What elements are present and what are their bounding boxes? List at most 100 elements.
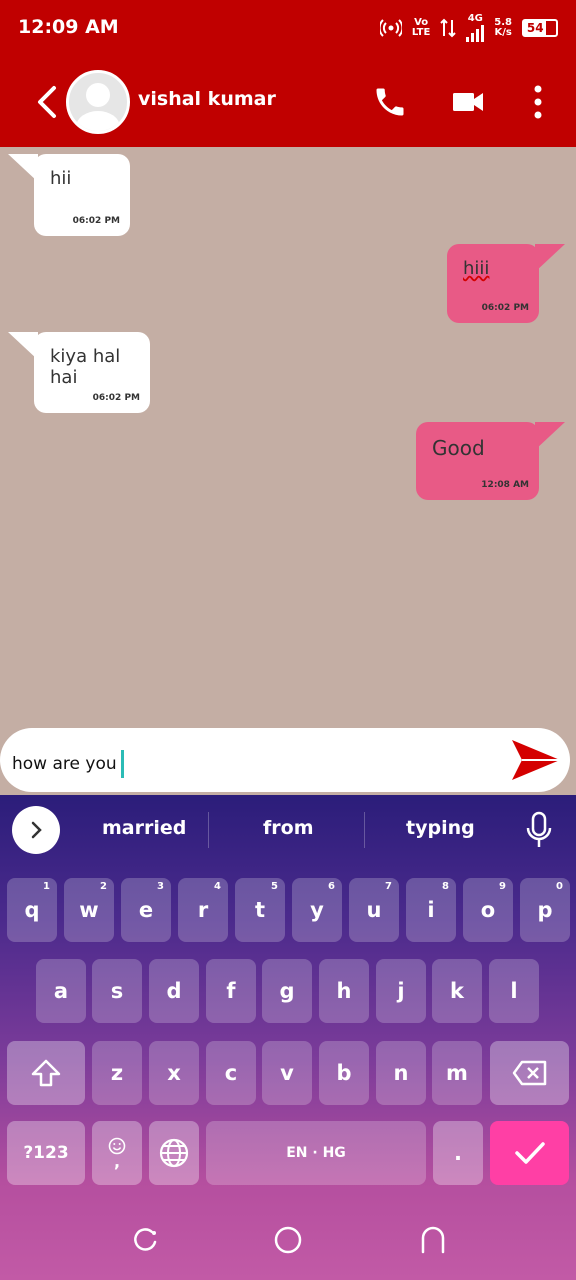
phone-icon [376,88,404,116]
key-o[interactable]: o9 [463,878,513,942]
chat-header: vishal kumar [0,58,576,147]
enter-key[interactable] [490,1121,569,1185]
key-hint: 5 [271,881,278,892]
key-w[interactable]: w2 [64,878,114,942]
key-r[interactable]: r4 [178,878,228,942]
speed-unit: K/s [494,27,512,38]
avatar[interactable] [66,70,130,134]
period-key[interactable]: . [433,1121,483,1185]
message-time: 12:08 AM [481,480,529,490]
key-label: e [138,898,154,922]
shift-key[interactable] [7,1041,85,1105]
key-hint: 1 [43,881,50,892]
hotspot-icon [379,19,402,37]
checkmark-icon [514,1142,545,1164]
key-label: r [197,898,209,922]
backspace-key[interactable] [490,1041,569,1105]
key-g[interactable]: g [262,959,312,1023]
backspace-icon [512,1060,546,1086]
suggestion-word[interactable]: from [263,817,314,839]
key-p[interactable]: p0 [520,878,570,942]
key-a[interactable]: a [36,959,86,1023]
message-outgoing[interactable]: hiii 06:02 PM [447,244,565,323]
emoji-comma-key[interactable]: , [92,1121,142,1185]
message-incoming[interactable]: hii 06:02 PM [8,154,130,236]
key-m[interactable]: m [432,1041,482,1105]
key-d[interactable]: d [149,959,199,1023]
volte-indicator: Vo LTE [412,18,430,38]
video-camera-icon [453,93,483,111]
back-nav-icon[interactable] [418,1225,448,1255]
network-indicator: 4G [466,13,485,42]
system-nav-bar [0,1195,576,1280]
key-e[interactable]: e3 [121,878,171,942]
key-label: t [254,898,266,922]
key-hint: 4 [214,881,221,892]
more-options-button[interactable] [518,80,558,124]
key-l[interactable]: l [489,959,539,1023]
key-hint: 2 [100,881,107,892]
space-bar[interactable]: EN · HG [206,1121,426,1185]
key-h[interactable]: h [319,959,369,1023]
key-label: w [79,898,99,922]
voice-call-button[interactable] [370,80,410,124]
message-outgoing[interactable]: Good 12:08 AM [416,422,565,500]
key-label: q [24,898,40,922]
status-time: 12:09 AM [18,16,119,38]
key-f[interactable]: f [206,959,256,1023]
message-incoming[interactable]: kiya hal hai 06:02 PM [8,332,150,413]
text-cursor [120,750,124,778]
message-text: hii [50,168,72,189]
message-text: Good [432,436,485,460]
network-type: 4G [467,13,483,24]
key-hint: 9 [499,881,506,892]
language-key[interactable] [149,1121,199,1185]
key-label: y [310,898,324,922]
network-speed: 5.8 K/s [494,18,512,38]
send-icon[interactable] [510,736,562,784]
key-label: p [537,898,553,922]
key-label: i [427,898,435,922]
key-hint: 3 [157,881,164,892]
toolbar-expand-button[interactable] [12,806,60,854]
key-j[interactable]: j [376,959,426,1023]
key-c[interactable]: c [206,1041,256,1105]
key-label: o [480,898,496,922]
contact-name[interactable]: vishal kumar [138,88,276,110]
message-text: hiii [463,258,490,279]
battery-icon: 54 [522,19,558,37]
key-u[interactable]: u7 [349,878,399,942]
key-b[interactable]: b [319,1041,369,1105]
back-arrow-icon[interactable] [30,80,64,124]
divider [208,812,209,848]
key-k[interactable]: k [432,959,482,1023]
symbols-key[interactable]: ?123 [7,1121,85,1185]
key-y[interactable]: y6 [292,878,342,942]
key-hint: 0 [556,881,563,892]
video-call-button[interactable] [448,80,488,124]
message-input-text: how are you [12,754,117,774]
key-x[interactable]: x [149,1041,199,1105]
recent-apps-icon[interactable] [130,1225,160,1255]
key-s[interactable]: s [92,959,142,1023]
key-v[interactable]: v [262,1041,312,1105]
volte-bottom: LTE [411,27,431,38]
suggestion-word[interactable]: typing [406,817,475,839]
key-i[interactable]: i8 [406,878,456,942]
more-vertical-icon [534,85,542,119]
suggestion-word[interactable]: married [102,817,186,839]
key-t[interactable]: t5 [235,878,285,942]
home-icon[interactable] [273,1225,303,1255]
key-hint: 8 [442,881,449,892]
message-input[interactable]: how are you [0,728,570,792]
status-icons: Vo LTE 4G 5.8 K/s 54 [379,13,558,42]
key-q[interactable]: q1 [7,878,57,942]
message-time: 06:02 PM [72,216,120,226]
message-input-value[interactable]: how are you [12,750,124,778]
key-z[interactable]: z [92,1041,142,1105]
status-bar: 12:09 AM Vo LTE 4G 5.8 K/s 54 [0,0,576,58]
microphone-icon[interactable] [524,811,554,849]
key-hint: 6 [328,881,335,892]
key-n[interactable]: n [376,1041,426,1105]
message-text: kiya hal hai [50,346,121,388]
